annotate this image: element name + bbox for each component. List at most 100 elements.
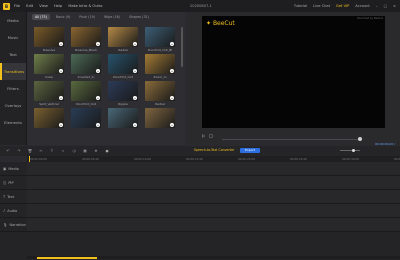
transition-thumbnail[interactable]: + [34, 54, 64, 74]
timeline-scrollbar[interactable] [27, 256, 400, 259]
menu-help[interactable]: Help [54, 4, 62, 8]
transition-thumbnail[interactable]: + [71, 81, 101, 101]
transition-item[interactable]: + Inverted_In [71, 54, 101, 80]
tab-basic[interactable]: Basic (9) [53, 14, 73, 20]
sidebar-item-transitions[interactable]: Transitions [0, 63, 26, 80]
add-icon[interactable]: + [59, 96, 63, 100]
tab-wipe[interactable]: Wipe (16) [101, 14, 123, 20]
library-scrollbar[interactable] [181, 27, 183, 67]
add-icon[interactable]: + [59, 42, 63, 46]
vip-button[interactable]: Get VIP [336, 4, 349, 8]
playback-progress[interactable] [222, 137, 362, 141]
track-lane[interactable] [27, 162, 400, 175]
progress-knob[interactable] [358, 137, 362, 141]
transition-item[interactable]: + Dissolve_Black [71, 27, 101, 53]
tab-push[interactable]: Push (19) [76, 14, 98, 20]
transition-item[interactable]: + Doorfold_Out [71, 81, 101, 107]
track-name: PIP [8, 180, 14, 185]
transition-item[interactable]: + [34, 108, 64, 134]
zoom-knob[interactable] [352, 149, 355, 152]
mosaic-icon[interactable]: ▦ [82, 149, 88, 153]
split-icon[interactable]: ✂ [38, 149, 44, 153]
text-icon[interactable]: T [49, 149, 55, 153]
transition-item[interactable]: + Radial [145, 81, 175, 107]
sidebar-item-overlays[interactable]: Overlays [0, 97, 26, 114]
tutorial-link[interactable]: Tutorial [294, 4, 307, 8]
transition-item[interactable]: + Doorfold_Out_Bl [145, 27, 175, 53]
add-icon[interactable]: + [59, 69, 63, 73]
transition-thumbnail[interactable]: + [145, 108, 175, 128]
close-icon[interactable]: × [393, 4, 396, 8]
add-icon[interactable]: + [170, 123, 174, 127]
transition-thumbnail[interactable]: + [108, 54, 138, 74]
transition-item[interactable]: + Dissolve [34, 27, 64, 53]
track-lane[interactable] [27, 218, 400, 231]
transition-item[interactable]: + Radial [108, 27, 138, 53]
track-lane[interactable] [27, 190, 400, 203]
add-icon[interactable]: + [170, 96, 174, 100]
record-icon[interactable]: ● [104, 149, 110, 153]
transition-thumbnail[interactable]: + [145, 54, 175, 74]
transition-item[interactable]: + Cube [34, 54, 64, 80]
account-button[interactable]: Account [355, 4, 370, 8]
delete-icon[interactable]: 🗑 [27, 149, 33, 153]
transition-thumbnail[interactable]: + [34, 81, 64, 101]
add-icon[interactable]: + [170, 42, 174, 46]
tab-shapes[interactable]: Shapes (31) [126, 14, 152, 20]
sidebar-item-media[interactable]: Media [0, 12, 26, 29]
add-icon[interactable]: + [170, 69, 174, 73]
transition-item[interactable]: + Split_Vertical [34, 81, 64, 107]
add-icon[interactable]: + [96, 42, 100, 46]
sidebar-item-elements[interactable]: Elements [0, 114, 26, 131]
sidebar-item-filters[interactable]: Filters [0, 80, 26, 97]
transition-thumbnail[interactable]: + [108, 108, 138, 128]
transition-item[interactable]: + [71, 108, 101, 134]
transition-item[interactable]: + [145, 108, 175, 134]
transition-item[interactable]: + Ripple [108, 81, 138, 107]
speech-to-text-button[interactable]: Speech-to-Text Converter [194, 148, 234, 152]
sidebar-item-text[interactable]: Text [0, 46, 26, 63]
transition-thumbnail[interactable]: + [108, 27, 138, 47]
crop-icon[interactable]: ⌗ [60, 149, 66, 153]
transition-item[interactable]: + Zoom_In [145, 54, 175, 80]
freeze-icon[interactable]: ❄ [93, 149, 99, 153]
add-icon[interactable]: + [96, 123, 100, 127]
ruler-tick: 00:00:10.00 [134, 157, 152, 161]
maximize-icon[interactable]: □ [384, 4, 387, 8]
menu-file[interactable]: File [14, 4, 20, 8]
transition-thumbnail[interactable]: + [145, 81, 175, 101]
zoom-slider[interactable] [340, 149, 360, 152]
add-icon[interactable]: + [96, 96, 100, 100]
add-icon[interactable]: + [59, 123, 63, 127]
speed-icon[interactable]: ◷ [71, 149, 77, 153]
tab-all[interactable]: All (75) [32, 14, 50, 20]
stop-icon[interactable]: □ [209, 133, 213, 138]
export-button[interactable]: Export [240, 148, 260, 153]
add-icon[interactable]: + [133, 42, 137, 46]
transition-thumbnail[interactable]: + [34, 27, 64, 47]
add-icon[interactable]: + [96, 69, 100, 73]
transition-thumbnail[interactable]: + [108, 81, 138, 101]
live-chat-link[interactable]: Live Chat [313, 4, 330, 8]
transition-thumbnail[interactable]: + [71, 108, 101, 128]
transition-thumbnail[interactable]: + [71, 27, 101, 47]
transition-item[interactable]: + Doorfold_Out [108, 54, 138, 80]
minimize-icon[interactable]: – [376, 4, 378, 8]
transition-thumbnail[interactable]: + [34, 108, 64, 128]
play-icon[interactable]: ▷ [202, 133, 205, 138]
menu-view[interactable]: View [39, 4, 48, 8]
redo-icon[interactable]: ↷ [16, 149, 22, 153]
menu-edit[interactable]: Edit [26, 4, 33, 8]
add-icon[interactable]: + [133, 123, 137, 127]
add-icon[interactable]: + [133, 96, 137, 100]
sidebar-item-music[interactable]: Music [0, 29, 26, 46]
add-icon[interactable]: + [133, 69, 137, 73]
menu-intro-outro[interactable]: Make Intro & Outro [68, 4, 102, 8]
track-lane[interactable] [27, 204, 400, 217]
transition-item[interactable]: + [108, 108, 138, 134]
undo-icon[interactable]: ↶ [5, 149, 11, 153]
track-lane[interactable] [27, 176, 400, 189]
transition-thumbnail[interactable]: + [145, 27, 175, 47]
transition-thumbnail[interactable]: + [71, 54, 101, 74]
timeline-scroll-thumb[interactable] [37, 257, 97, 259]
